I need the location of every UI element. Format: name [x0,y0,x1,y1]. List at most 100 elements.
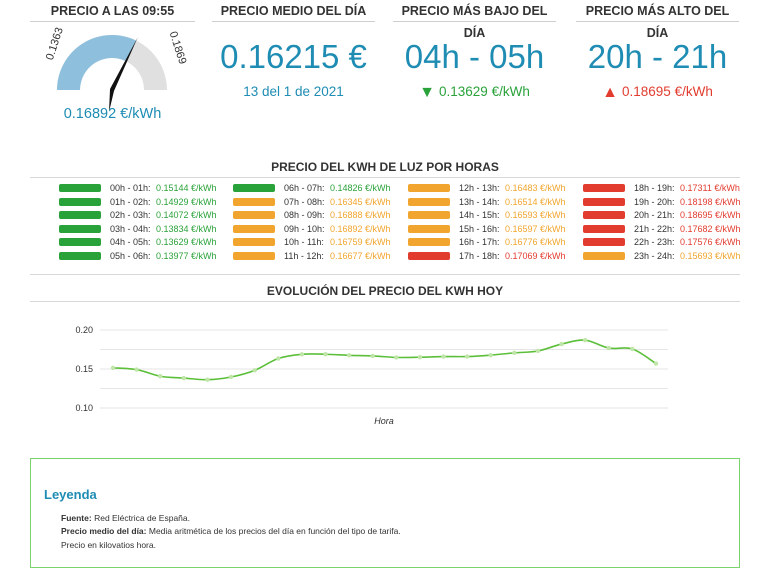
hour-price-item: 22h - 23h: 0.17576 €/kWh [583,236,753,248]
hour-range: 00h - 01h: [110,183,151,193]
price-level-bar [233,224,275,233]
current-price-title: PRECIO A LAS 09:55 [30,0,195,22]
price-level-bar [59,238,101,246]
lowest-price-value: 0.13629 €/kWh [439,84,530,99]
hour-price: 0.16514 €/kWh [505,196,566,207]
chart-data-point [653,361,659,366]
price-level-bar [59,197,101,206]
price-level-bar [59,251,101,260]
legend-average-text: Media aritmética de los precios del día … [148,526,401,536]
hour-price-item: 01h - 02h: 0.14929 €/kWh [59,196,229,208]
hour-range: 16h - 17h: [459,237,500,247]
hour-price: 0.16888 €/kWh [330,210,391,220]
hour-price-item: 15h - 16h: 0.16597 €/kWh [408,223,578,235]
legend-unit: Precio en kilovatios hora. [61,540,156,550]
hour-price-item: 04h - 05h: 0.13629 €/kWh [59,236,229,248]
hour-range: 15h - 16h: [459,223,500,234]
average-price-title: PRECIO MEDIO DEL DÍA [212,0,375,22]
arrow-up-icon: ▲ [602,84,619,101]
price-level-bar [233,197,275,206]
chart-data-point [323,352,328,357]
hour-range: 08h - 09h: [284,210,325,220]
hour-range: 01h - 02h: [110,196,151,207]
chart-data-point [512,350,517,356]
hour-price: 0.17069 €/kWh [505,250,566,261]
hour-range: 11h - 12h: [284,250,324,261]
hour-price-item: 03h - 04h: 0.13834 €/kWh [59,223,229,235]
hour-price-item: 08h - 09h: 0.16888 €/kWh [233,209,403,221]
chart-data-point [394,355,399,360]
legend-title: Leyenda [44,487,97,502]
hour-price: 0.15144 €/kWh [156,183,217,193]
chart-data-point [606,345,611,351]
average-price-panel: PRECIO MEDIO DEL DÍA 0.16215 € 13 del 1 … [212,0,375,130]
price-level-bar [583,184,625,192]
hour-price-item: 17h - 18h: 0.17069 €/kWh [408,250,578,262]
hour-range: 10h - 11h: [284,237,324,247]
chart-data-point [417,354,423,360]
hour-range: 14h - 15h: [459,210,500,220]
hour-range: 05h - 06h: [110,250,151,261]
chart-data-point [205,377,210,382]
hour-price: 0.16677 €/kWh [330,250,391,261]
highest-price-hours: 20h - 21h [587,38,728,75]
lowest-price-line: ▼ 0.13629 €/kWh [393,84,556,102]
price-series-line [112,339,657,381]
hour-range: 22h - 23h: [634,237,675,247]
price-level-bar [59,211,101,219]
hour-price: 0.15693 €/kWh [680,250,741,261]
hour-price-item: 09h - 10h: 0.16892 €/kWh [233,223,403,235]
hour-price: 0.14072 €/kWh [156,210,217,220]
hour-price-item: 23h - 24h: 0.15693 €/kWh [583,250,753,262]
hour-price: 0.16345 €/kWh [330,196,391,207]
y-tick-label: 0.10 [75,403,93,413]
hour-range: 13h - 14h: [459,196,500,207]
hour-price: 0.16483 €/kWh [505,183,566,193]
hour-price-item: 21h - 22h: 0.17682 €/kWh [583,223,753,235]
hour-price-item: 12h - 13h: 0.16483 €/kWh [408,182,578,194]
legend-source: Fuente: Red Eléctrica de España. [61,513,190,523]
hour-range: 06h - 07h: [284,183,325,193]
chart-data-point [346,353,352,358]
price-line-chart: 0.20 0.15 0.10 Hora [75,325,668,426]
hour-price-item: 07h - 08h: 0.16345 €/kWh [233,196,403,208]
chart-data-point [276,356,281,361]
hour-price: 0.16892 €/kWh [330,223,391,234]
chart-data-point [299,352,305,357]
hour-price: 0.18695 €/kWh [680,210,741,220]
y-tick-label: 0.20 [75,325,93,335]
price-level-bar [583,224,625,233]
hour-range: 03h - 04h: [110,223,151,234]
price-level-bar [583,197,625,206]
hour-price: 0.17682 €/kWh [680,223,741,234]
hour-range: 17h - 18h: [459,250,500,261]
hourly-divider [30,177,740,178]
legend-average-label: Precio medio del día: [61,526,147,536]
average-price-value: 0.16215 € [220,38,367,75]
hour-price-item: 14h - 15h: 0.16593 €/kWh [408,209,578,221]
price-level-bar [408,251,450,260]
price-level-bar [408,224,450,233]
hour-price: 0.13977 €/kWh [156,250,217,261]
highest-price-value: 0.18695 €/kWh [622,84,713,99]
hour-price: 0.16597 €/kWh [505,223,566,234]
price-level-bar [583,238,625,246]
current-price-value: 0.16892 €/kWh [63,106,162,122]
hour-range: 23h - 24h: [634,250,675,261]
hour-price: 0.16593 €/kWh [505,210,566,220]
hour-price: 0.17576 €/kWh [680,237,741,247]
chart-data-point [181,375,187,381]
y-tick-label: 0.15 [75,364,93,374]
hour-range: 20h - 21h: [634,210,675,220]
price-level-bar [59,184,101,192]
hour-price-item: 19h - 20h: 0.18198 €/kWh [583,196,753,208]
hour-range: 04h - 05h: [110,237,151,247]
arrow-down-icon: ▼ [419,84,436,101]
hour-range: 09h - 10h: [284,223,325,234]
hour-price-item: 02h - 03h: 0.14072 €/kWh [59,209,229,221]
chart-data-point [441,354,446,359]
hour-range: 12h - 13h: [459,183,500,193]
hour-price: 0.13629 €/kWh [156,237,217,247]
chart-data-point [158,374,163,379]
lowest-price-title: PRECIO MÁS BAJO DEL DÍA [393,0,556,40]
